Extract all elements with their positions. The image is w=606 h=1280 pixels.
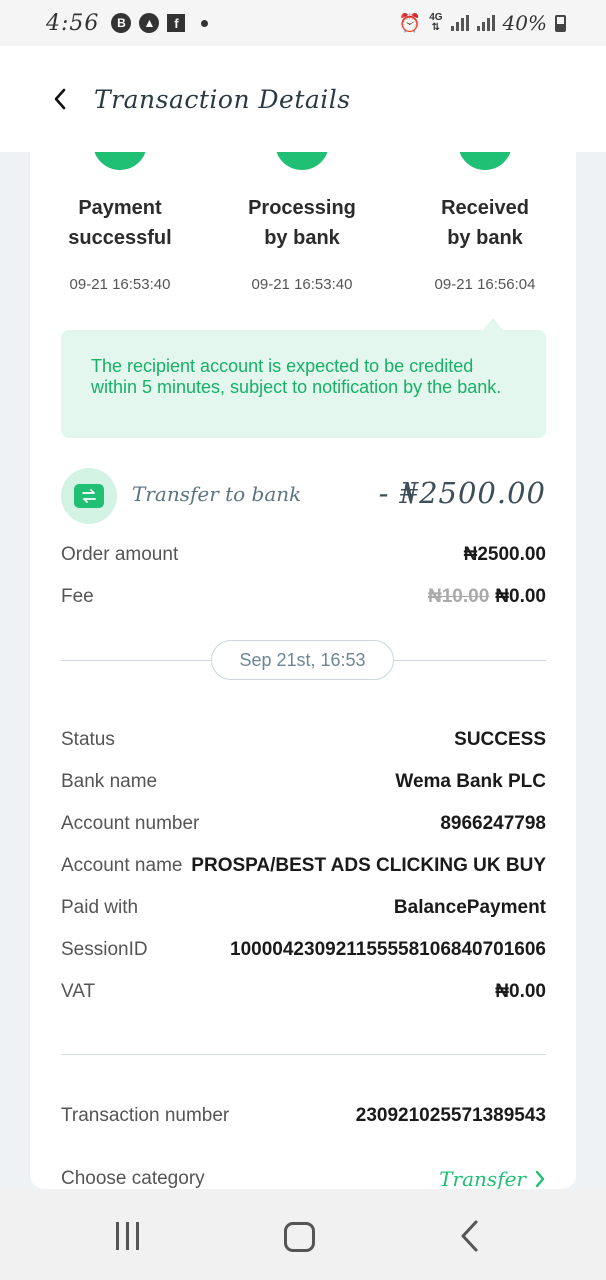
network-type: 4G ⇅ [429,12,443,33]
chevron-left-icon [54,88,66,110]
row-value: ₦10.00 ₦0.00 [428,586,546,608]
nav-back-button[interactable] [456,1219,486,1253]
fee-original: ₦10.00 [428,586,490,607]
battery-icon [555,14,566,32]
row-value: Wema Bank PLC [395,771,546,792]
row-value: PROSPA/BEST ADS CLICKING UK BUY [191,855,546,876]
fee-value: ₦0.00 [495,586,546,607]
detail-row-account-number: Account number 8966247798 [61,809,546,839]
transaction-card: Payment successful 09-21 16:53:40 Process… [30,120,576,1189]
facebook-icon: f [167,14,186,32]
more-notifications-icon [201,19,209,27]
system-navigation-bar [0,1189,606,1280]
step-time: 09-21 16:53:40 [251,276,353,293]
step-time: 09-21 16:53:40 [69,276,171,293]
status-time: 4:56 [46,10,100,36]
row-label: Bank name [61,771,158,792]
system-icons: ⏰ 4G ⇅ 40% [399,11,566,35]
recent-apps-button[interactable] [116,1222,146,1252]
detail-row-vat: VAT ₦0.00 [61,977,546,1007]
row-label: Fee [61,586,94,607]
row-label: Choose category [61,1168,205,1189]
note-pointer [483,318,503,330]
back-button[interactable] [40,79,80,119]
row-value: 8966247798 [440,813,546,834]
row-label: VAT [61,981,96,1002]
row-value: ₦0.00 [495,981,546,1002]
home-button[interactable] [284,1222,315,1252]
status-bar: 4:56 B ▲ f ⏰ 4G ⇅ 40% [0,0,606,46]
order-amount-row: Order amount ₦2500.00 [61,540,546,570]
detail-row-status: Status SUCCESS [61,725,546,755]
row-label: SessionID [61,939,148,960]
fee-row: Fee ₦10.00 ₦0.00 [61,582,546,612]
battery-percent: 40% [502,11,547,35]
detail-row-account-name: Account name PROSPA/BEST ADS CLICKING UK… [61,851,546,881]
transaction-number-row: Transaction number 230921025571389543 [61,1101,546,1131]
step-time: 09-21 16:56:04 [434,276,536,293]
chevron-right-icon [535,1170,545,1188]
signal-icon [450,15,469,31]
category-selector[interactable]: Transfer [439,1167,546,1189]
row-value[interactable]: 230921025571389543 [356,1105,546,1127]
transfer-icon [61,468,117,524]
row-label: Paid with [61,897,139,918]
alarm-icon: ⏰ [398,12,422,33]
mountain-app-icon: ▲ [139,13,160,33]
date-pill: Sep 21st, 16:53 [211,640,394,680]
detail-row-session-id: SessionID 100004230921155558106840701606 [61,935,546,965]
section-divider [61,1054,546,1055]
choose-category-row[interactable]: Choose category Transfer [61,1164,546,1189]
app-header: Transaction Details [0,46,606,152]
step-label: Payment successful [68,197,172,249]
row-value: SUCCESS [454,729,546,750]
row-value: BalancePayment [393,897,546,918]
detail-row-bank-name: Bank name Wema Bank PLC [61,767,546,797]
step-label: Received by bank [441,197,529,249]
detail-row-paid-with: Paid with BalancePayment [61,893,546,923]
b-app-icon: B [111,13,132,33]
transfer-amount: - ₦2500.00 [378,476,546,510]
transfer-type-label: Transfer to bank [132,482,302,506]
category-value: Transfer [439,1167,526,1189]
step-label: Processing by bank [248,197,356,249]
row-label: Order amount [61,544,179,565]
page-title: Transaction Details [94,84,351,114]
notification-icons: B ▲ f [111,13,209,33]
signal-icon-2 [476,15,495,31]
row-value: ₦2500.00 [463,544,546,565]
credit-notice: The recipient account is expected to be … [61,330,546,438]
row-label: Account number [61,813,200,834]
row-label: Status [61,729,115,750]
row-label: Account name [61,855,183,876]
row-label: Transaction number [61,1105,230,1126]
swap-arrows-icon [82,489,96,503]
row-value: 100004230921155558106840701606 [230,939,546,960]
